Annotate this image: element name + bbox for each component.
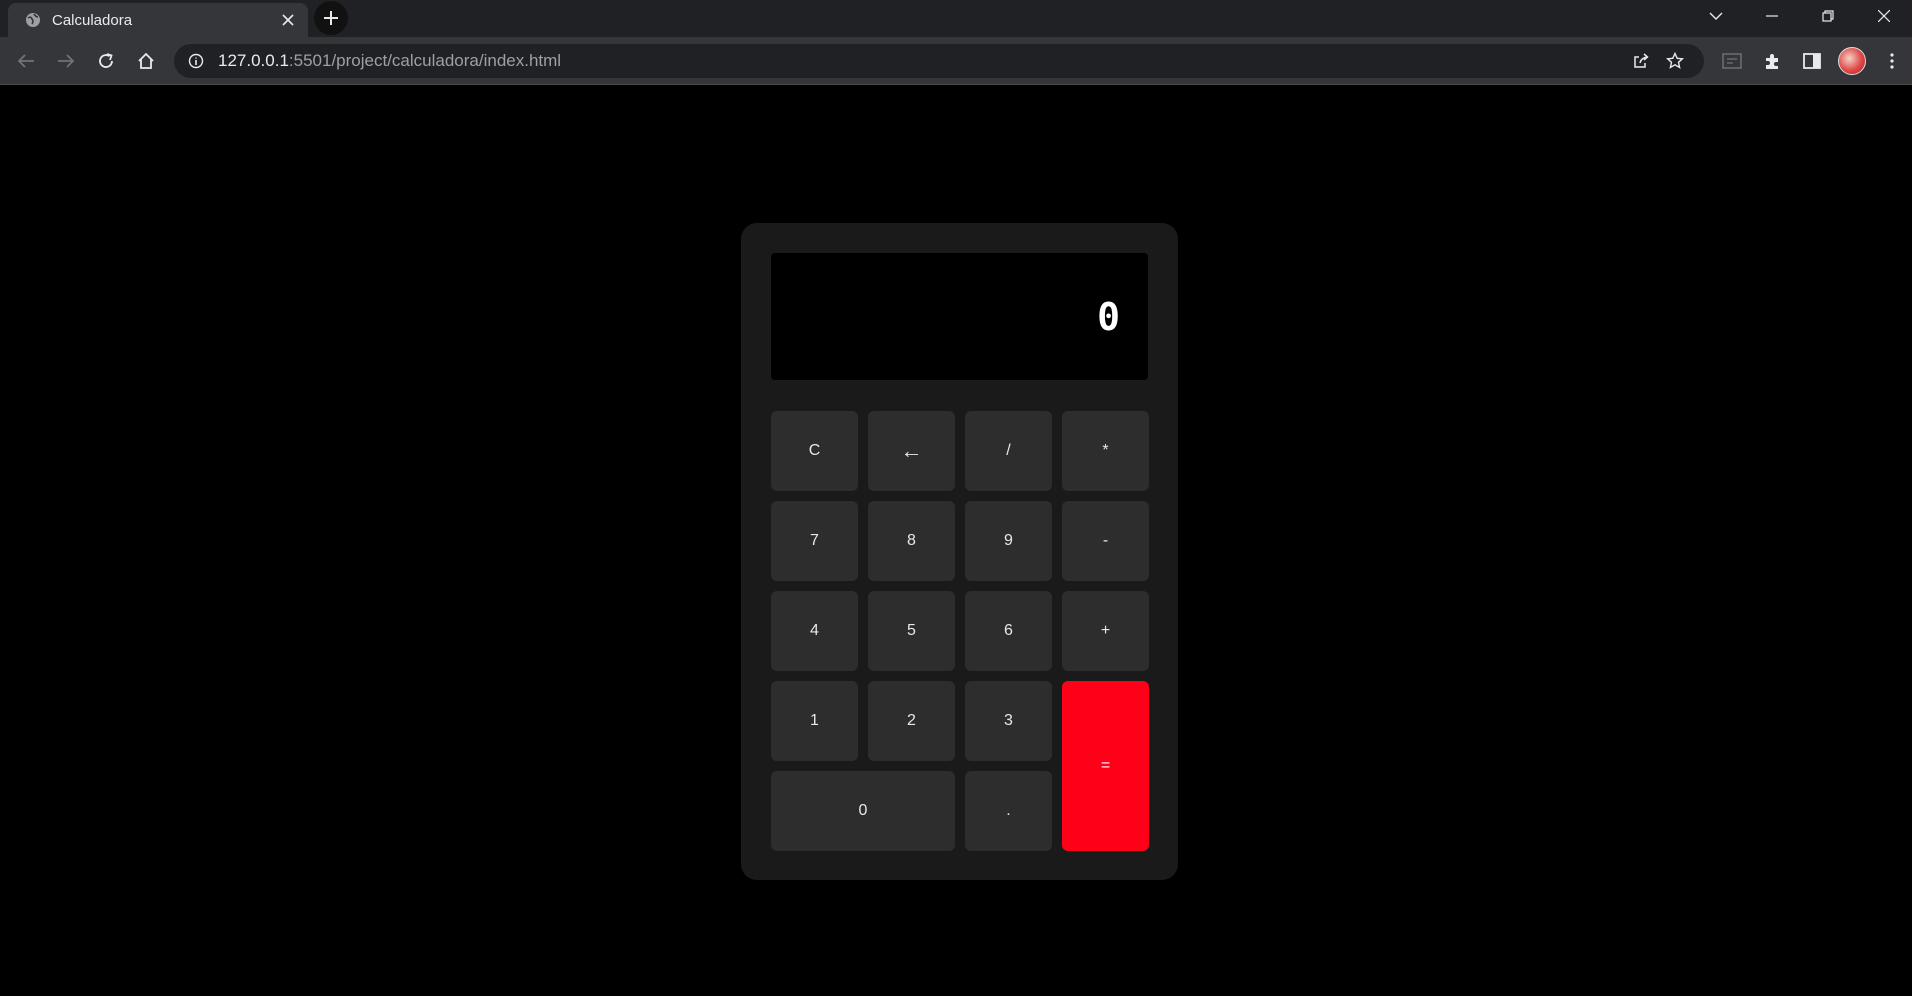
profile-avatar[interactable] bbox=[1832, 41, 1872, 81]
calculator: 0 C ← / * 7 8 9 - 4 5 6 + 1 2 3 = 0 . bbox=[741, 223, 1178, 880]
tab-strip: Calculadora bbox=[0, 0, 1912, 37]
right-toolbar bbox=[1712, 41, 1912, 81]
back-icon[interactable] bbox=[6, 41, 46, 81]
menu-kebab-icon[interactable] bbox=[1872, 41, 1912, 81]
keypad: C ← / * 7 8 9 - 4 5 6 + 1 2 3 = 0 . bbox=[771, 411, 1149, 851]
extensions-icon[interactable] bbox=[1752, 41, 1792, 81]
url-path: :5501/project/calculadora/index.html bbox=[288, 50, 562, 70]
home-icon[interactable] bbox=[126, 41, 166, 81]
digit-3-button[interactable]: 3 bbox=[965, 681, 1052, 761]
digit-7-button[interactable]: 7 bbox=[771, 501, 858, 581]
minimize-icon[interactable] bbox=[1744, 0, 1800, 32]
browser-toolbar: 127.0.0.1:5501/project/calculadora/index… bbox=[0, 37, 1912, 85]
page-content: 0 C ← / * 7 8 9 - 4 5 6 + 1 2 3 = 0 . bbox=[0, 86, 1912, 996]
digit-8-button[interactable]: 8 bbox=[868, 501, 955, 581]
tab-calculadora[interactable]: Calculadora bbox=[8, 3, 308, 37]
forward-icon[interactable] bbox=[46, 41, 86, 81]
digit-6-button[interactable]: 6 bbox=[965, 591, 1052, 671]
close-tab-icon[interactable] bbox=[278, 10, 298, 30]
globe-icon bbox=[24, 11, 42, 29]
divide-button[interactable]: / bbox=[965, 411, 1052, 491]
share-icon[interactable] bbox=[1624, 44, 1658, 78]
multiply-button[interactable]: * bbox=[1062, 411, 1149, 491]
browser-window: Calculadora 127.0.0.1:5501/project/calc… bbox=[0, 0, 1912, 996]
decimal-button[interactable]: . bbox=[965, 771, 1052, 851]
address-bar[interactable]: 127.0.0.1:5501/project/calculadora/index… bbox=[174, 43, 1704, 78]
equals-button[interactable]: = bbox=[1062, 681, 1149, 851]
side-panel-icon[interactable] bbox=[1792, 41, 1832, 81]
plus-button[interactable]: + bbox=[1062, 591, 1149, 671]
bookmark-star-icon[interactable] bbox=[1658, 44, 1692, 78]
close-window-icon[interactable] bbox=[1856, 0, 1912, 32]
media-router-icon[interactable] bbox=[1712, 41, 1752, 81]
tab-title: Calculadora bbox=[52, 11, 133, 29]
url-host: 127.0.0.1 bbox=[218, 50, 289, 70]
new-tab-button[interactable] bbox=[314, 1, 348, 35]
digit-9-button[interactable]: 9 bbox=[965, 501, 1052, 581]
restore-icon[interactable] bbox=[1800, 0, 1856, 32]
window-controls bbox=[1688, 0, 1912, 32]
digit-5-button[interactable]: 5 bbox=[868, 591, 955, 671]
backspace-arrow-icon: ← bbox=[900, 438, 923, 463]
digit-0-button[interactable]: 0 bbox=[771, 771, 955, 851]
digit-2-button[interactable]: 2 bbox=[868, 681, 955, 761]
clear-button[interactable]: C bbox=[771, 411, 858, 491]
minus-button[interactable]: - bbox=[1062, 501, 1149, 581]
digit-4-button[interactable]: 4 bbox=[771, 591, 858, 671]
info-icon[interactable] bbox=[186, 51, 206, 71]
tab-search-icon[interactable] bbox=[1688, 0, 1744, 32]
calculator-display: 0 bbox=[771, 253, 1148, 380]
reload-icon[interactable] bbox=[86, 41, 126, 81]
backspace-button[interactable]: ← bbox=[868, 411, 955, 491]
digit-1-button[interactable]: 1 bbox=[771, 681, 858, 761]
